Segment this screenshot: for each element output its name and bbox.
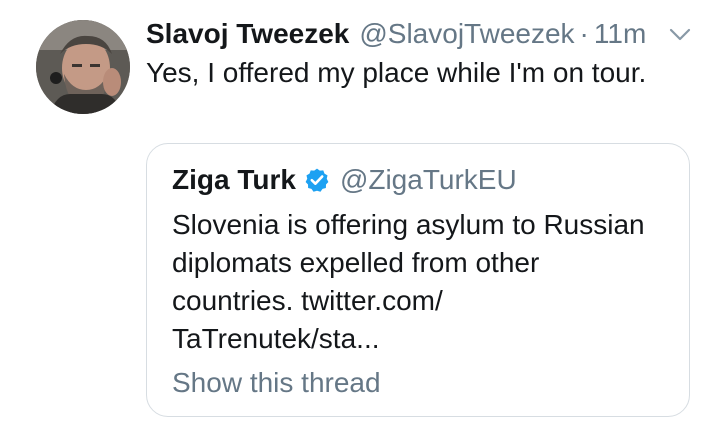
tweet-timestamp[interactable]: 11m [594, 14, 646, 54]
quoted-tweet[interactable]: Ziga Turk @ZigaTurkEU Slovenia is offeri… [146, 143, 690, 417]
separator-dot: · [579, 18, 589, 49]
tweet-header: Slavoj Tweezek @SlavojTweezek · 11m [146, 14, 646, 54]
tweet-card[interactable]: Slavoj Tweezek @SlavojTweezek · 11m Yes,… [0, 0, 720, 442]
quoted-tweet-text: Slovenia is offering asylum to Russian d… [172, 209, 645, 354]
quoted-author-handle[interactable]: @ZigaTurkEU [340, 160, 517, 200]
show-thread-link[interactable]: Show this thread [172, 364, 381, 402]
profile-photo [36, 20, 130, 114]
verified-badge-icon [305, 168, 329, 192]
author-name[interactable]: Slavoj Tweezek [146, 14, 349, 54]
tweet-text: Yes, I offered my place while I'm on tou… [146, 57, 647, 88]
author-avatar[interactable] [36, 20, 130, 114]
author-handle[interactable]: @SlavojTweezek [359, 14, 574, 54]
quoted-tweet-header: Ziga Turk @ZigaTurkEU [172, 160, 517, 200]
chevron-down-icon[interactable] [668, 26, 692, 42]
quoted-author-name[interactable]: Ziga Turk [172, 160, 296, 200]
